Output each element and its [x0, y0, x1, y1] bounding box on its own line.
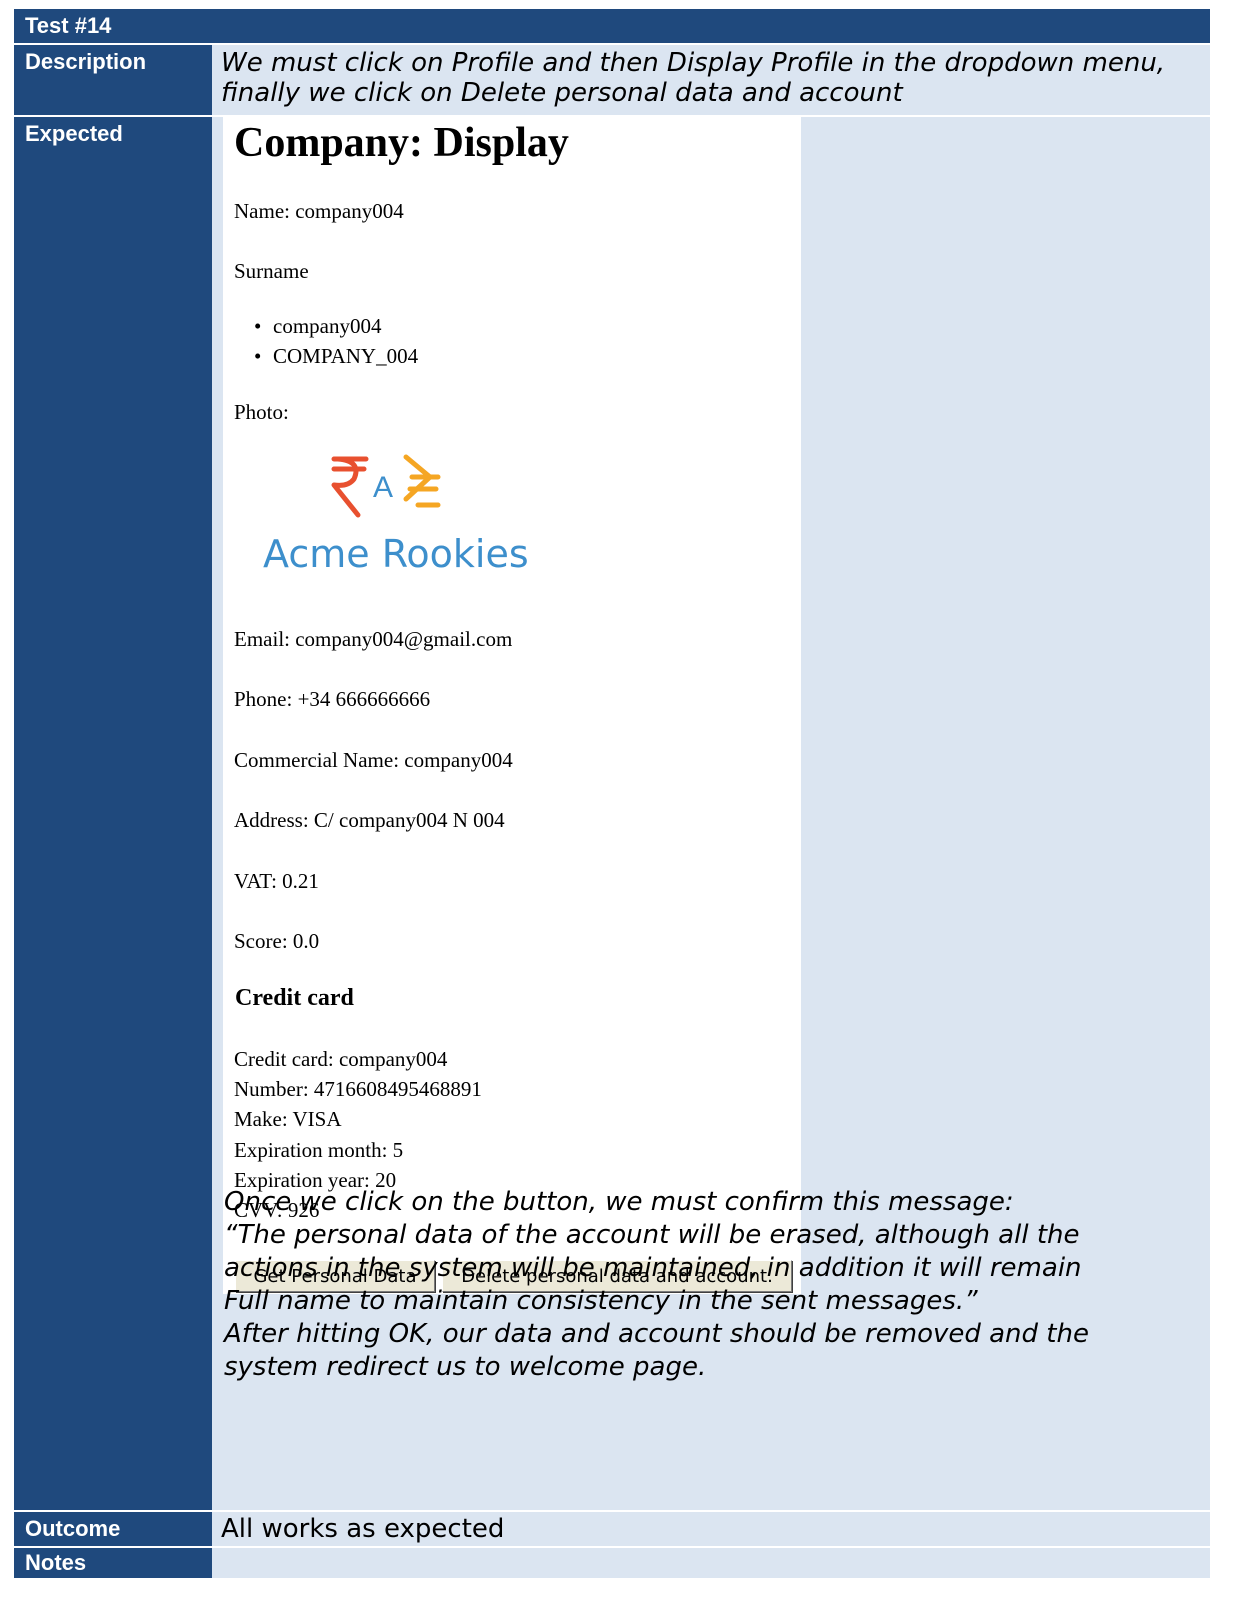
acme-rookies-logo: A Acme Rookies	[263, 454, 529, 576]
surname-list-item: COMPANY_004	[254, 344, 418, 369]
svg-text:A: A	[373, 471, 393, 504]
explanation-line: Once we click on the button, we must con…	[224, 1187, 1014, 1217]
surname-text: Surname	[234, 259, 309, 283]
outcome-text: All works as expected	[212, 1512, 1210, 1546]
test-header-row: Test #14	[14, 9, 1210, 43]
credit-card-line: Number: 4716608495468891	[234, 1077, 482, 1101]
company-display-screenshot: Company: Display Name: company004 Surnam…	[223, 117, 801, 1294]
commercial-name-text: Commercial Name: company004	[234, 748, 513, 772]
notes-text	[212, 1548, 1210, 1578]
expected-explanation: Once we click on the button, we must con…	[224, 1186, 1194, 1384]
credit-card-line: Credit card: company004	[234, 1047, 448, 1071]
expected-label: Expected	[14, 117, 209, 1510]
phone-text: Phone: +34 666666666	[234, 687, 431, 711]
rupee-icon	[331, 456, 369, 518]
photo-label: Photo:	[234, 400, 289, 424]
email-text: Email: company004@gmail.com	[234, 627, 513, 651]
notes-label: Notes	[14, 1548, 209, 1578]
test-title: Test #14	[25, 13, 112, 38]
score-text: Score: 0.0	[234, 929, 320, 953]
credit-card-line: Make: VISA	[234, 1107, 342, 1131]
explanation-line: Full name to maintain consistency in the…	[224, 1286, 978, 1316]
name-text: Name: company004	[234, 199, 404, 223]
logo-text: Acme Rookies	[263, 532, 529, 576]
description-label: Description	[14, 45, 209, 115]
credit-card-heading: Credit card	[235, 985, 354, 1011]
description-text: We must click on Profile and then Displa…	[212, 45, 1210, 115]
description-row: Description We must click on Profile and…	[14, 45, 1210, 115]
explanation-line: After hitting OK, our data and account s…	[224, 1319, 1089, 1349]
notes-row: Notes	[14, 1548, 1210, 1578]
outcome-row: Outcome All works as expected	[14, 1512, 1210, 1546]
surname-list-item: company004	[254, 314, 382, 339]
explanation-line: actions in the system will be maintained…	[224, 1253, 1082, 1283]
outcome-label: Outcome	[14, 1512, 209, 1546]
vat-text: VAT: 0.21	[234, 869, 319, 893]
euro-icon	[403, 454, 441, 508]
explanation-line: “The personal data of the account will b…	[224, 1220, 1080, 1250]
credit-card-line: Expiration month: 5	[234, 1138, 404, 1162]
page-title: Company: Display	[234, 120, 569, 166]
explanation-line: system redirect us to welcome page.	[224, 1352, 707, 1382]
address-text: Address: C/ company004 N 004	[234, 808, 505, 832]
